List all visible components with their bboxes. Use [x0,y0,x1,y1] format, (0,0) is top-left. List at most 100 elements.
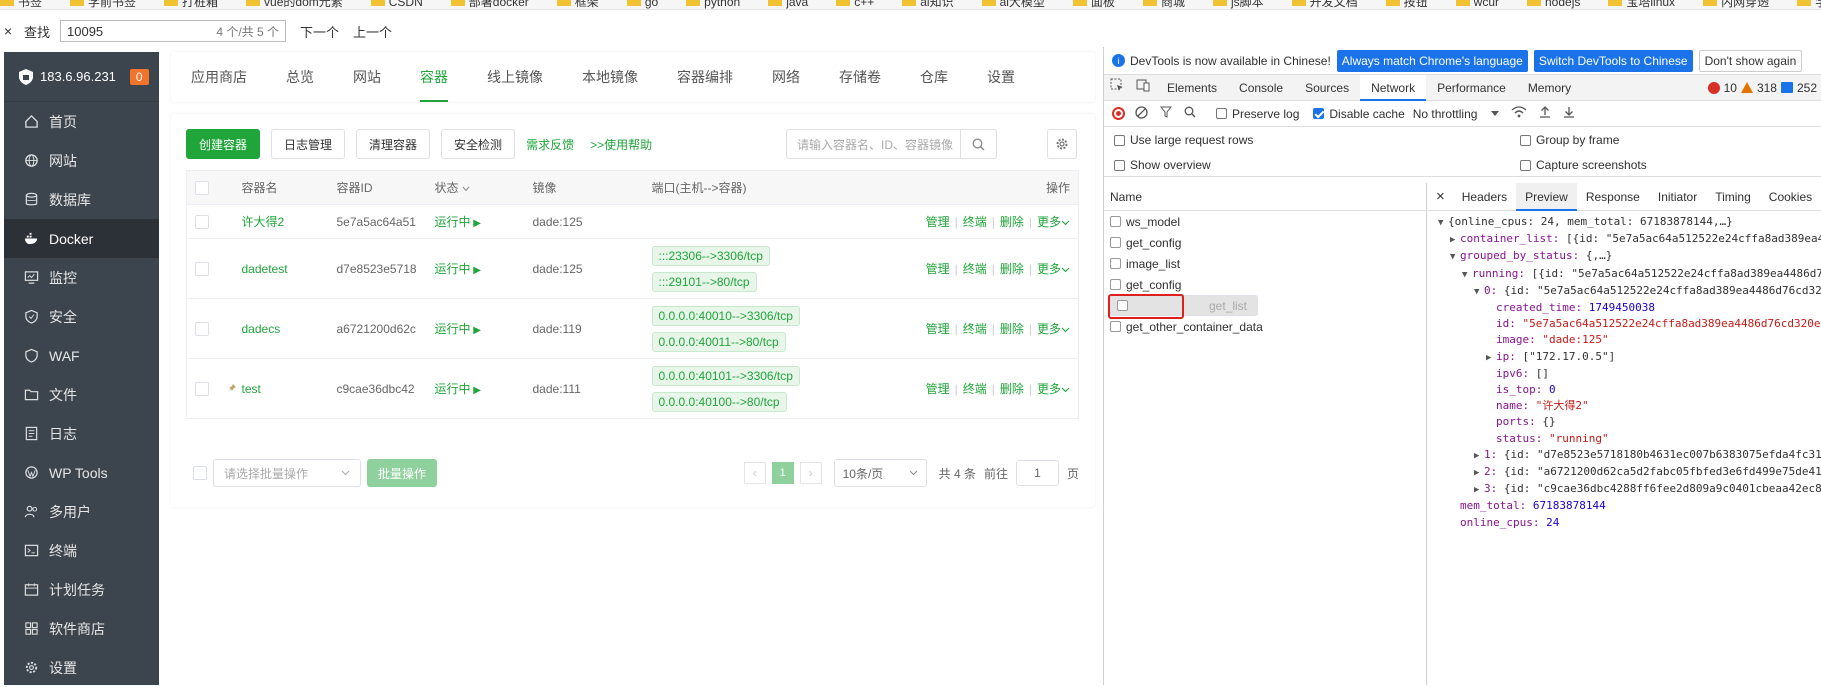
prev-page-button[interactable]: ‹ [743,462,766,484]
container-search[interactable]: 请输入容器名、ID、容器镜像 [786,129,997,159]
log-manage-button[interactable]: 日志管理 [271,129,346,159]
sidebar-item-9[interactable]: WP Tools [4,453,159,492]
delete-button[interactable]: 删除 [1000,262,1024,276]
tab-9[interactable]: 仓库 [920,52,948,102]
row-checkbox[interactable] [195,321,209,336]
network-request-row[interactable]: get_config [1104,232,1426,253]
dont-show-again-button[interactable]: Don't show again [1698,49,1803,72]
container-name[interactable]: dadecs [242,322,281,336]
bookmark-item[interactable]: go [626,0,658,8]
bookmark-item[interactable]: 学前书签 [70,0,136,8]
download-icon[interactable] [1563,106,1575,121]
wifi-settings-icon[interactable] [1511,106,1527,121]
terminal-button[interactable]: 终端 [963,382,987,396]
preserve-log-checkbox[interactable] [1216,108,1227,119]
tab-3[interactable]: 容器 [420,52,448,102]
close-detail-icon[interactable]: × [1428,183,1453,211]
manage-button[interactable]: 管理 [926,322,950,336]
bookmark-item[interactable]: js脚本 [1212,0,1264,8]
request-checkbox[interactable] [1110,237,1121,248]
capture-screenshots-checkbox[interactable] [1520,159,1531,171]
more-button[interactable]: 更多 [1037,322,1061,336]
bookmark-item[interactable]: 开发文档 [1291,0,1358,8]
clean-container-button[interactable]: 清理容器 [356,129,431,159]
bookmark-item[interactable]: 面板 [1072,0,1115,8]
page-number[interactable]: 1 [771,462,794,484]
port-mapping[interactable]: 0.0.0.0:40010-->3306/tcp [651,305,800,326]
large-rows-checkbox[interactable] [1114,134,1125,146]
switch-chinese-button[interactable]: Switch DevTools to Chinese [1533,49,1693,72]
throttling-select[interactable]: No throttling [1413,107,1478,121]
record-button[interactable] [1112,107,1125,120]
bookmark-item[interactable]: nodejs [1527,0,1580,8]
upload-icon[interactable] [1539,106,1551,121]
tab-1[interactable]: 总览 [286,52,314,102]
search-button[interactable] [960,130,996,158]
tab-0[interactable]: 应用商店 [191,52,247,102]
bookmark-item[interactable]: java [768,0,808,8]
sidebar-item-6[interactable]: WAF [4,336,159,375]
tree-root[interactable]: ▼ {online_cpus: 24, mem_total: 6718387814… [1438,214,1821,231]
group-frame-checkbox[interactable] [1520,134,1531,146]
bookmark-item[interactable]: ai大模型 [981,0,1045,8]
tree-ip[interactable]: ▶ ip: ["172.17.0.5"] [1438,349,1821,366]
tree-item-1[interactable]: ▶ 1: {id: "d7e8523e5718180b4631ec007b6383… [1438,447,1821,464]
clear-icon[interactable] [1135,105,1148,122]
tree-container-list[interactable]: ▶ container_list: [{id: "5e7a5ac64a512522… [1438,231,1821,248]
bookmark-item[interactable]: 按钮 [1385,0,1428,8]
match-language-button[interactable]: Always match Chrome's language [1336,49,1528,72]
port-mapping[interactable]: 0.0.0.0:40100-->80/tcp [651,391,787,412]
tab-7[interactable]: 网络 [772,52,800,102]
find-prev-button[interactable]: 上一个 [353,22,392,41]
devtools-tab-sources[interactable]: Sources [1294,75,1360,101]
tab-6[interactable]: 容器编排 [677,52,733,102]
sidebar-item-2[interactable]: 数据库 [4,180,159,219]
bookmark-item[interactable]: 打桩箱 [164,0,218,8]
table-settings-button[interactable] [1047,129,1077,159]
page-size-select[interactable]: 10条/页 [833,459,927,487]
bookmark-item[interactable]: vue的dom元素 [246,0,343,8]
batch-select[interactable]: 请选择批量操作 [213,459,361,487]
tab-2[interactable]: 网站 [353,52,381,102]
container-name[interactable]: 许大得2 [242,215,285,229]
feedback-link[interactable]: 需求反馈 [526,136,574,153]
bookmark-item[interactable]: CSDN [370,0,423,8]
bookmark-item[interactable]: 学习播放框架 [1797,0,1821,8]
filter-icon[interactable] [1159,106,1173,121]
sidebar-item-7[interactable]: 文件 [4,375,159,414]
show-overview-checkbox[interactable] [1114,159,1125,171]
sidebar-item-12[interactable]: 计划任务 [4,570,159,609]
devtools-tab-performance[interactable]: Performance [1426,75,1517,101]
server-host[interactable]: 183.6.96.231 0 [4,52,159,102]
row-checkbox[interactable] [195,381,209,396]
find-close-button[interactable]: × [4,23,20,39]
port-mapping[interactable]: :::29101-->80/tcp [651,271,757,292]
port-mapping[interactable]: 0.0.0.0:40101-->3306/tcp [651,365,800,386]
bookmark-item[interactable]: wcur [1455,0,1499,8]
more-button[interactable]: 更多 [1037,215,1061,229]
bookmark-item[interactable]: 书签 [0,0,42,8]
issue-counters[interactable]: 10 318 252 [1707,81,1821,95]
tree-grouped[interactable]: ▼ grouped_by_status: {,…} [1438,248,1821,265]
more-button[interactable]: 更多 [1037,382,1061,396]
network-request-row[interactable]: ws_model [1104,211,1426,232]
detail-tab-response[interactable]: Response [1577,183,1649,211]
container-status[interactable]: 运行中 ▶ [435,215,481,229]
bookmark-item[interactable]: 部署docker [450,0,529,8]
request-checkbox[interactable] [1110,258,1121,269]
device-toolbar-icon[interactable] [1130,75,1156,101]
request-checkbox[interactable] [1110,279,1121,290]
sidebar-item-14[interactable]: 设置 [4,648,159,687]
tree-item-0[interactable]: ▼ 0: {id: "5e7a5ac64a512522e24cffa8ad389e… [1438,283,1821,300]
footer-select-all-checkbox[interactable] [193,466,207,480]
port-mapping[interactable]: :::23306-->3306/tcp [651,245,770,266]
terminal-button[interactable]: 终端 [963,215,987,229]
row-checkbox[interactable] [195,214,209,229]
tree-item-3[interactable]: ▶ 3: {id: "c9cae36dbc4288ff6fee2d809a9c04… [1438,481,1821,498]
container-name[interactable]: test [242,382,261,396]
notification-badge[interactable]: 0 [129,68,149,85]
detail-tab-initiator[interactable]: Initiator [1649,183,1706,211]
find-next-button[interactable]: 下一个 [300,22,339,41]
network-request-row[interactable]: image_list [1104,253,1426,274]
network-request-row[interactable]: get_config [1104,274,1426,295]
